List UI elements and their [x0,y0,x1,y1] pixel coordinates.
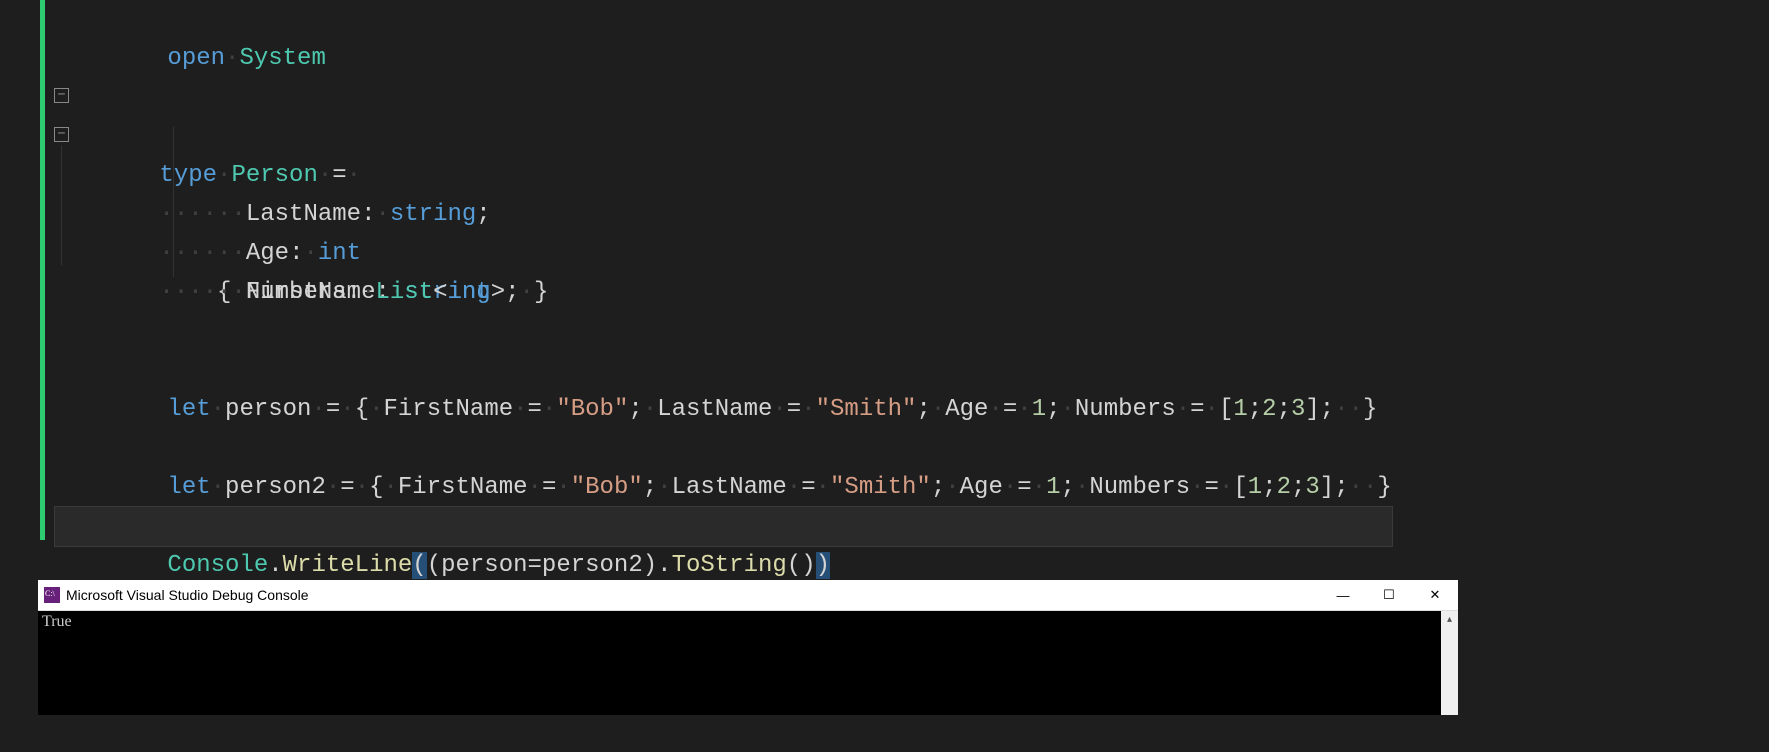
console-output-area[interactable]: True ▴ [38,611,1458,715]
minimize-button[interactable]: — [1320,580,1366,610]
maximize-button[interactable]: ☐ [1366,580,1412,610]
console-title: Microsoft Visual Studio Debug Console [66,587,1320,603]
code-area[interactable]: open·System − type·Person·=· − ····{·Fir… [55,0,1392,546]
change-indicator-bar [40,0,45,540]
code-line[interactable]: ······Age:·int [55,195,1392,234]
method-tostring: ToString [672,552,787,579]
empty-line[interactable] [55,468,1392,507]
code-line[interactable]: let·person2·=·{·FirstName·=·"Bob";·LastN… [55,429,1392,468]
method-writeline: WriteLine [283,552,413,579]
empty-line[interactable] [55,312,1392,351]
code-line[interactable]: open·System [55,0,1392,39]
debug-console-window[interactable]: Microsoft Visual Studio Debug Console — … [38,580,1458,715]
code-line[interactable]: ······LastName:·string; [55,156,1392,195]
bracket-highlight: ) [816,552,830,579]
code-line[interactable]: − type·Person·=· [55,78,1392,117]
code-line[interactable]: ······Numbers:·List<int>;·} [55,234,1392,273]
type-console: Console [167,552,268,579]
bracket-highlight: ( [412,552,426,579]
console-titlebar[interactable]: Microsoft Visual Studio Debug Console — … [38,580,1458,611]
code-line[interactable]: − ····{·FirstName:·string [55,117,1392,156]
empty-line[interactable] [55,39,1392,78]
console-output-line: True [42,613,72,630]
console-scrollbar[interactable]: ▴ [1441,611,1458,715]
empty-line[interactable] [55,390,1392,429]
fold-toggle-icon[interactable]: − [54,88,69,103]
code-editor[interactable]: open·System − type·Person·=· − ····{·Fir… [0,0,1769,540]
code-line[interactable]: let·person·=·{·FirstName·=·"Bob";·LastNa… [55,351,1392,390]
code-line-current[interactable]: Console.WriteLine((person=person2).ToStr… [55,507,1392,546]
fold-toggle-icon[interactable]: − [54,127,69,142]
scroll-up-icon[interactable]: ▴ [1441,611,1458,628]
close-button[interactable]: ✕ [1412,580,1458,610]
console-app-icon [44,587,60,603]
empty-line[interactable] [55,273,1392,312]
